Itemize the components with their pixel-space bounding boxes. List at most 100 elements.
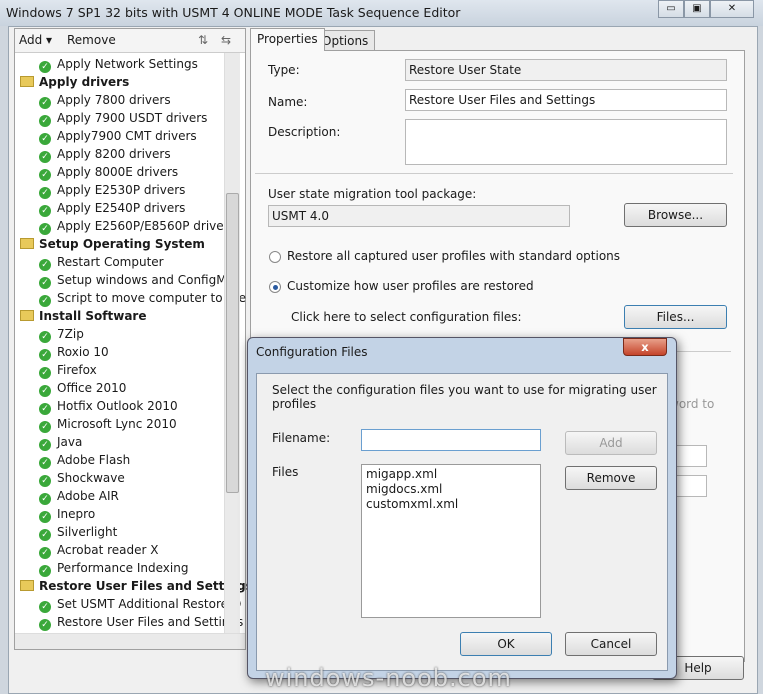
tree-item-label: Apply 8200 drivers	[57, 147, 171, 161]
tree-item-label: Inepro	[57, 507, 96, 521]
tree-step[interactable]: ✓ Shockwave	[39, 469, 125, 487]
divider	[255, 173, 733, 174]
check-icon: ✓	[39, 97, 51, 109]
tree-group[interactable]: Restore User Files and Settings	[20, 577, 253, 595]
dialog-close-button[interactable]: x	[623, 338, 667, 356]
check-icon: ✓	[39, 115, 51, 127]
tree-step[interactable]: ✓ Adobe AIR	[39, 487, 119, 505]
description-input[interactable]	[405, 119, 727, 165]
tree-step[interactable]: ✓ Set USMT Additional Restore O	[39, 595, 241, 613]
check-icon: ✓	[39, 151, 51, 163]
horizontal-scrollbar[interactable]	[15, 633, 245, 649]
tree-step[interactable]: ✓ Apply Network Settings	[39, 55, 198, 73]
tree-step[interactable]: ✓ Apply 8200 drivers	[39, 145, 171, 163]
tree-step[interactable]: ✓ Apply 7800 drivers	[39, 91, 171, 109]
tree-item-label: Set USMT Additional Restore O	[57, 597, 242, 611]
vertical-scrollbar[interactable]	[224, 53, 240, 633]
check-icon: ✓	[39, 169, 51, 181]
cancel-button[interactable]: Cancel	[565, 632, 657, 656]
tree-step[interactable]: ✓ Apply7900 CMT drivers	[39, 127, 197, 145]
filename-label: Filename:	[272, 431, 331, 445]
folder-icon	[20, 580, 34, 591]
radio-customize-label[interactable]: Customize how user profiles are restored	[287, 279, 534, 293]
tree-step[interactable]: ✓ Script to move computer to the	[39, 289, 246, 307]
move-up-icon[interactable]: ⇅	[198, 33, 208, 47]
close-button[interactable]: ✕	[710, 0, 754, 18]
check-icon: ✓	[39, 439, 51, 451]
tab-properties[interactable]: Properties	[250, 28, 325, 51]
ok-button[interactable]: OK	[460, 632, 552, 656]
dialog-body: Select the configuration files you want …	[256, 373, 668, 671]
tree-step[interactable]: ✓ 7Zip	[39, 325, 84, 343]
files-label: Files	[272, 465, 299, 479]
tree-step[interactable]: ✓ Java	[39, 433, 82, 451]
check-icon: ✓	[39, 421, 51, 433]
tree-step[interactable]: ✓ Silverlight	[39, 523, 117, 541]
tree-group[interactable]: Setup Operating System	[20, 235, 205, 253]
maximize-button[interactable]: ▣	[684, 0, 710, 18]
tree-step[interactable]: ✓ Apply 8000E drivers	[39, 163, 178, 181]
check-icon: ✓	[39, 259, 51, 271]
description-label: Description:	[268, 125, 341, 139]
check-icon: ✓	[39, 511, 51, 523]
tree-step[interactable]: ✓ Restore User Files and Settings	[39, 613, 243, 631]
scroll-thumb[interactable]	[226, 193, 239, 493]
tree-step[interactable]: ✓ Acrobat reader X	[39, 541, 158, 559]
add-menu-button[interactable]: Add ▾	[19, 33, 52, 47]
check-icon: ✓	[39, 493, 51, 505]
check-icon: ✓	[39, 277, 51, 289]
tree-item-label: Adobe AIR	[57, 489, 119, 503]
tree-step[interactable]: ✓ Microsoft Lync 2010	[39, 415, 177, 433]
file-item[interactable]: migdocs.xml	[366, 482, 536, 497]
tree-group[interactable]: Apply drivers	[20, 73, 129, 91]
radio-standard-label[interactable]: Restore all captured user profiles with …	[287, 249, 620, 263]
tree-step[interactable]: ✓ Restart Computer	[39, 253, 164, 271]
check-icon: ✓	[39, 223, 51, 235]
add-label: Add	[19, 33, 43, 47]
tree-item-label: Apply 7800 drivers	[57, 93, 171, 107]
tree-item-label: Java	[57, 435, 83, 449]
browse-button[interactable]: Browse...	[624, 203, 727, 227]
tree-item-label: Restart Computer	[57, 255, 164, 269]
tree-step[interactable]: ✓ Inepro	[39, 505, 95, 523]
filename-input[interactable]	[361, 429, 541, 451]
tree-item-label: Apply E2560P/E8560P drivers	[57, 219, 235, 233]
check-icon: ✓	[39, 331, 51, 343]
tree-step[interactable]: ✓ Apply E2560P/E8560P drivers	[39, 217, 235, 235]
remove-button[interactable]: Remove	[67, 33, 116, 47]
minimize-button[interactable]: ▭	[658, 0, 684, 18]
tree-step[interactable]: ✓ Performance Indexing	[39, 559, 188, 577]
tree-step[interactable]: ✓ Hotfix Outlook 2010	[39, 397, 178, 415]
tree-step[interactable]: ✓ Apply E2540P drivers	[39, 199, 185, 217]
tree-step[interactable]: ✓ Office 2010	[39, 379, 126, 397]
check-icon: ✓	[39, 61, 51, 73]
title-bar: Windows 7 SP1 32 bits with USMT 4 ONLINE…	[0, 0, 763, 26]
files-button[interactable]: Files...	[624, 305, 727, 329]
file-item[interactable]: customxml.xml	[366, 497, 536, 512]
move-down-icon[interactable]: ⇆	[221, 33, 231, 47]
radio-customize[interactable]	[269, 281, 281, 293]
tree-item-label: Setup Operating System	[39, 237, 205, 251]
tree-step[interactable]: ✓ Roxio 10	[39, 343, 109, 361]
check-icon: ✓	[39, 133, 51, 145]
check-icon: ✓	[39, 601, 51, 613]
tree-item-label: Apply Network Settings	[57, 57, 198, 71]
task-sequence-panel: Add ▾ Remove ⇅ ⇆ ✓ Apply Network Settings…	[14, 28, 253, 650]
files-list[interactable]: migapp.xml migdocs.xml customxml.xml	[361, 464, 541, 618]
tree-step[interactable]: ✓ Apply 7900 USDT drivers	[39, 109, 207, 127]
remove-file-button[interactable]: Remove	[565, 466, 657, 490]
tree-item-label: Performance Indexing	[57, 561, 189, 575]
tree-step[interactable]: ✓ Firefox	[39, 361, 97, 379]
name-input[interactable]: Restore User Files and Settings	[405, 89, 727, 111]
radio-standard[interactable]	[269, 251, 281, 263]
tree-step[interactable]: ✓ Adobe Flash	[39, 451, 130, 469]
tree-step[interactable]: ✓ Setup windows and ConfigMgr	[39, 271, 239, 289]
add-button[interactable]: Add	[565, 431, 657, 455]
tree-group[interactable]: Install Software	[20, 307, 146, 325]
file-item[interactable]: migapp.xml	[366, 467, 536, 482]
type-field: Restore User State	[405, 59, 727, 81]
folder-icon	[20, 76, 34, 87]
tree-step[interactable]: ✓ Apply E2530P drivers	[39, 181, 185, 199]
check-icon: ✓	[39, 475, 51, 487]
tree-item-label: Apply7900 CMT drivers	[57, 129, 197, 143]
